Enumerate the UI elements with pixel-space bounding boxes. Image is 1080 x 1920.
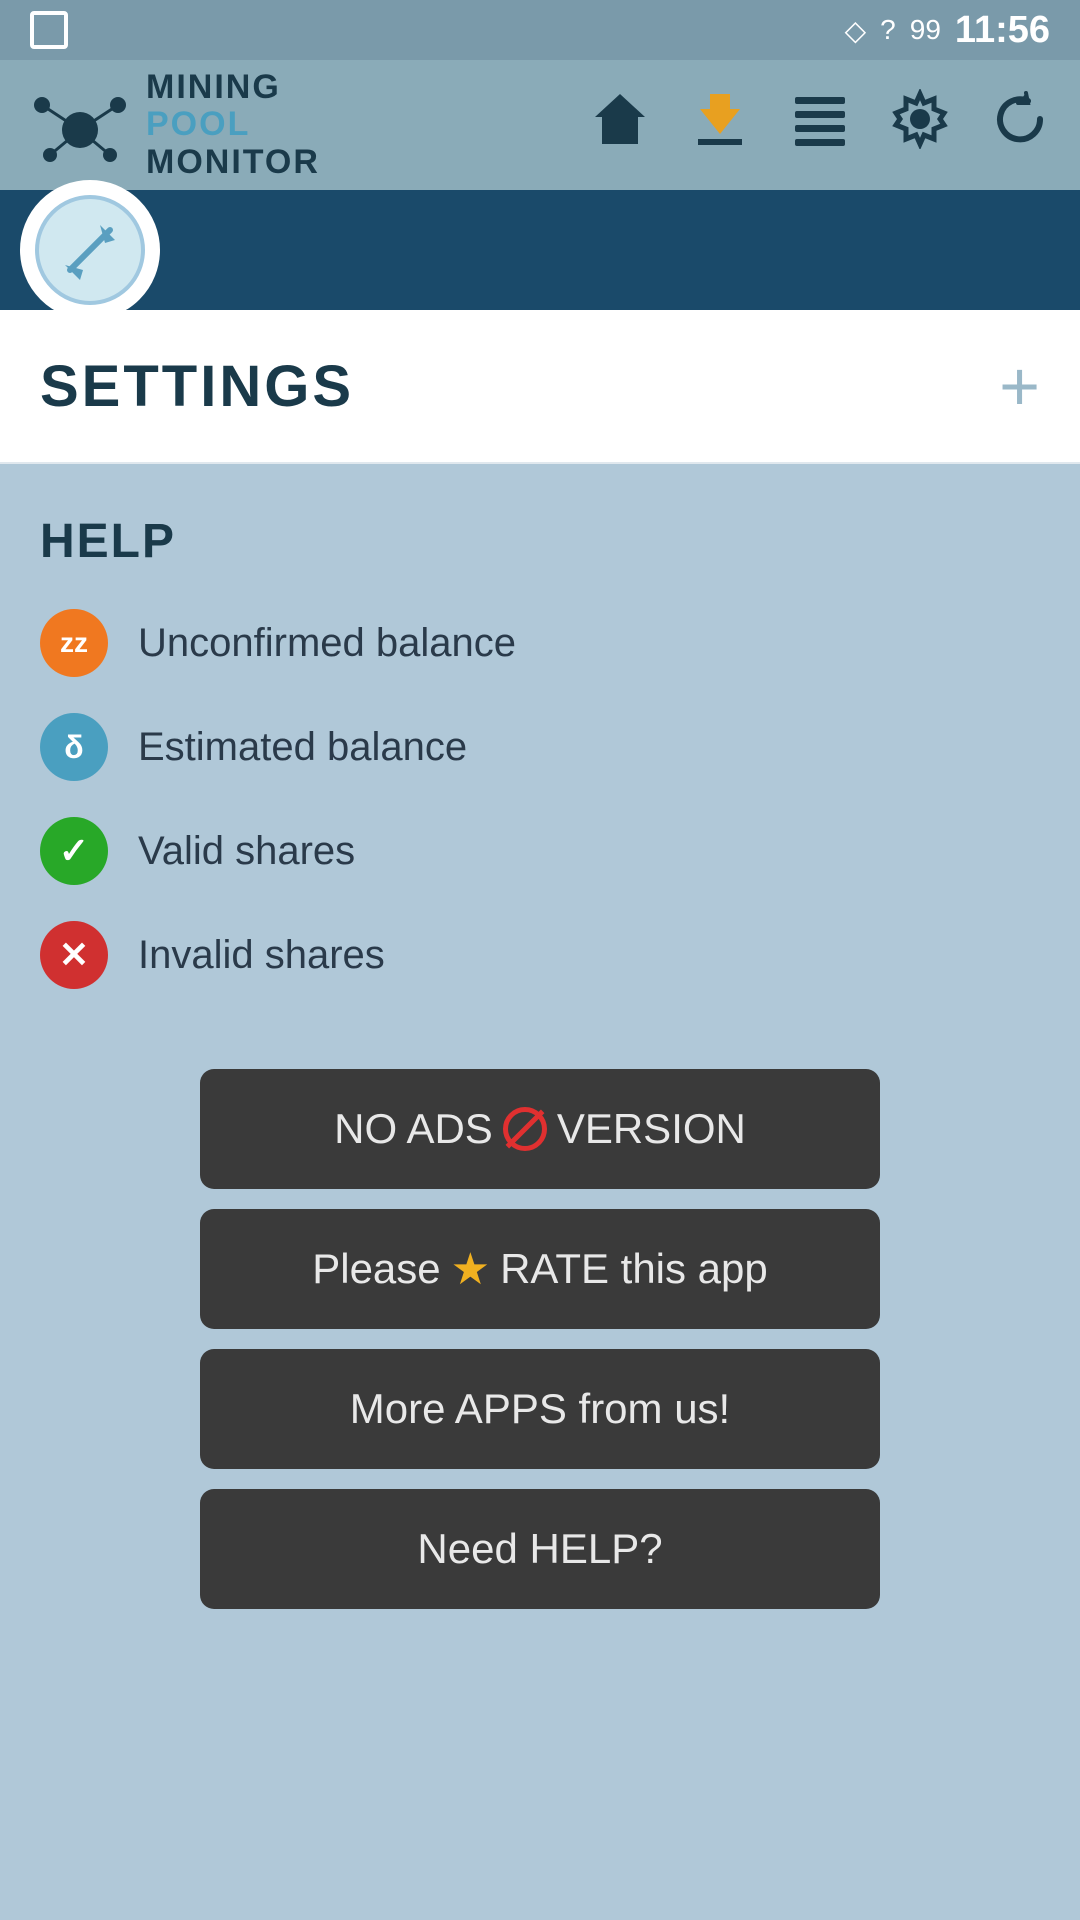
settings-title: SETTINGS — [40, 353, 354, 420]
logo-network-icon — [30, 75, 130, 175]
status-bar: ◇ ? 99 11:56 — [0, 0, 1080, 60]
help-item-valid: ✓ Valid shares — [40, 817, 1040, 885]
settings-button[interactable] — [890, 89, 950, 162]
need-help-button[interactable]: Need HELP? — [200, 1489, 880, 1609]
rate-text-please: Please — [312, 1245, 440, 1293]
star-icon: ★ — [451, 1244, 490, 1295]
no-ads-button[interactable]: NO ADS VERSION — [200, 1069, 880, 1189]
no-ads-text-left: NO ADS — [334, 1105, 493, 1153]
estimated-icon: δ — [40, 713, 108, 781]
nav-icons — [590, 89, 1050, 162]
help-item-estimated: δ Estimated balance — [40, 713, 1040, 781]
download-button[interactable] — [690, 89, 750, 162]
help-section-title: HELP — [40, 514, 1040, 569]
list-button[interactable] — [790, 89, 850, 162]
need-help-text: Need HELP? — [417, 1525, 662, 1573]
invalid-icon: ✕ — [40, 921, 108, 989]
pickaxe-icon — [55, 215, 125, 285]
logo-line2: POOL — [146, 106, 320, 143]
unconfirmed-icon: zz — [40, 609, 108, 677]
battery-level: 99 — [910, 14, 941, 46]
more-apps-text: More APPS from us! — [350, 1385, 730, 1433]
action-buttons: NO ADS VERSION Please ★ RATE this app Mo… — [40, 1069, 1040, 1609]
logo-line1: MINING — [146, 69, 320, 106]
logo-area: MINING POOL MONITOR — [30, 69, 560, 181]
home-button[interactable] — [590, 89, 650, 162]
logo-text: MINING POOL MONITOR — [146, 69, 320, 181]
valid-icon: ✓ — [40, 817, 108, 885]
rate-text-rest: RATE this app — [500, 1245, 768, 1293]
status-time: 11:56 — [955, 9, 1050, 52]
status-right: ◇ ? 99 11:56 — [845, 9, 1050, 52]
help-icon: ? — [880, 14, 896, 46]
valid-label: Valid shares — [138, 829, 355, 874]
more-apps-button[interactable]: More APPS from us! — [200, 1349, 880, 1469]
estimated-label: Estimated balance — [138, 725, 467, 770]
rate-app-button[interactable]: Please ★ RATE this app — [200, 1209, 880, 1329]
nav-bar: MINING POOL MONITOR — [0, 60, 1080, 190]
invalid-label: Invalid shares — [138, 933, 385, 978]
coin-header — [0, 190, 1080, 310]
no-ads-text-right: VERSION — [557, 1105, 746, 1153]
coin-avatar-inner — [35, 195, 145, 305]
no-ads-circle-icon — [503, 1107, 547, 1151]
add-button[interactable]: + — [999, 346, 1040, 426]
coin-avatar — [20, 180, 160, 320]
unconfirmed-label: Unconfirmed balance — [138, 621, 516, 666]
help-item-invalid: ✕ Invalid shares — [40, 921, 1040, 989]
logo-line3: MONITOR — [146, 144, 320, 181]
signal-icon: ◇ — [845, 14, 867, 47]
square-icon — [30, 11, 68, 49]
main-content: HELP zz Unconfirmed balance δ Estimated … — [0, 464, 1080, 1864]
refresh-button[interactable] — [990, 89, 1050, 162]
settings-header: SETTINGS + — [0, 310, 1080, 464]
help-item-unconfirmed: zz Unconfirmed balance — [40, 609, 1040, 677]
